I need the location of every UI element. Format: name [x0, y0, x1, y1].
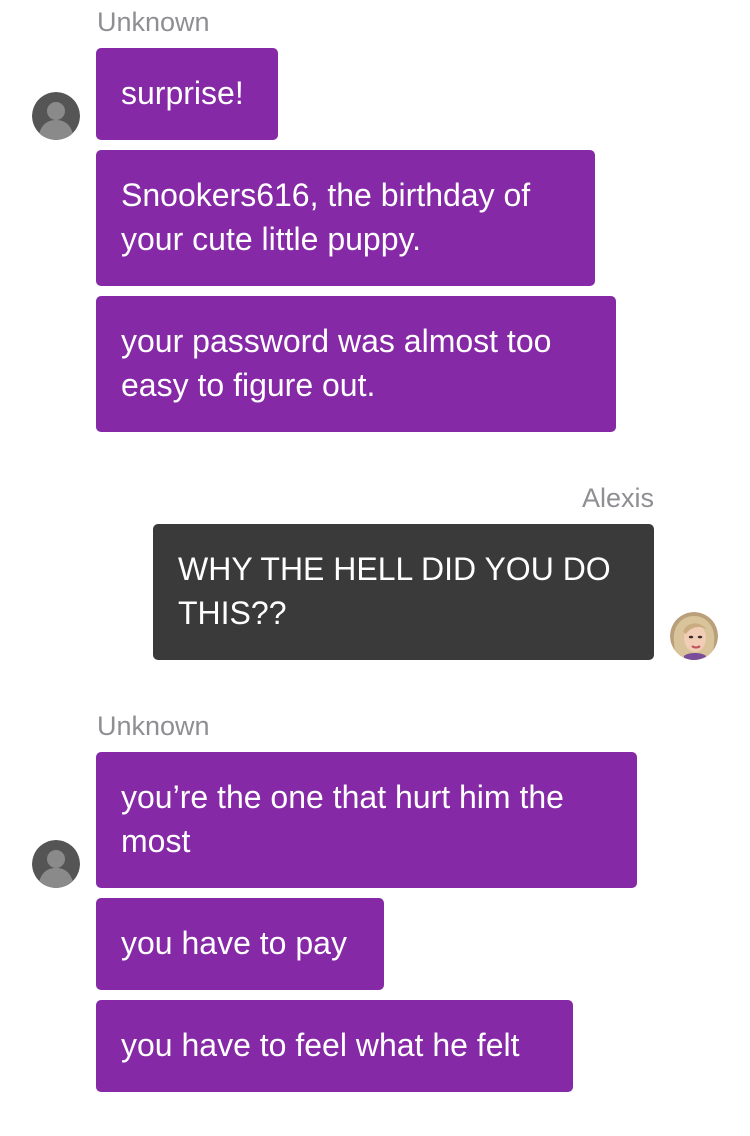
- message-bubble-incoming[interactable]: you’re the one that hurt him the most: [96, 752, 637, 888]
- alexis-avatar-icon[interactable]: [670, 612, 718, 660]
- sender-name: Alexis: [581, 483, 654, 513]
- message-text: WHY THE HELL DID YOU DO THIS??: [178, 551, 611, 631]
- default-user-avatar-icon[interactable]: [32, 92, 80, 140]
- message-text: Snookers616, the birthday of your cute l…: [121, 177, 531, 257]
- message-bubble-incoming[interactable]: Snookers616, the birthday of your cute l…: [96, 150, 595, 286]
- sender-name: Unknown: [97, 7, 210, 37]
- message-bubble-outgoing[interactable]: WHY THE HELL DID YOU DO THIS??: [153, 524, 654, 660]
- message-text: surprise!: [121, 75, 244, 111]
- message-bubble-incoming[interactable]: you have to pay: [96, 898, 384, 990]
- message-text: your password was almost too easy to fig…: [121, 323, 552, 403]
- default-user-avatar-icon[interactable]: [32, 840, 80, 888]
- message-bubble-incoming[interactable]: surprise!: [96, 48, 278, 140]
- message-bubble-incoming[interactable]: your password was almost too easy to fig…: [96, 296, 616, 432]
- sender-name: Unknown: [97, 711, 210, 741]
- message-bubble-incoming[interactable]: you have to feel what he felt: [96, 1000, 573, 1092]
- message-text: you have to feel what he felt: [121, 1027, 520, 1063]
- message-text: you’re the one that hurt him the most: [121, 779, 564, 859]
- message-text: you have to pay: [121, 925, 347, 961]
